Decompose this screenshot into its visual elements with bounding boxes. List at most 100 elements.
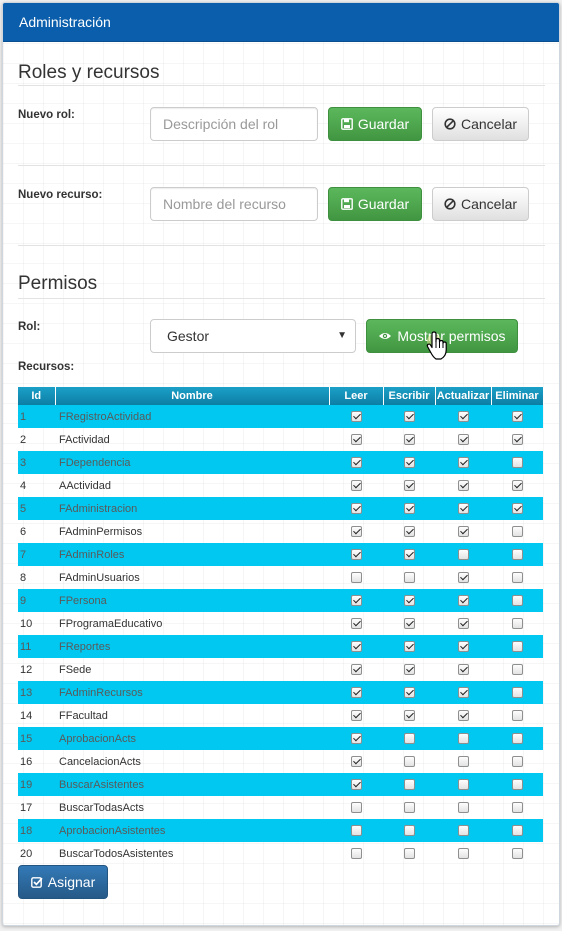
checkbox-escribir[interactable] <box>403 503 415 515</box>
assign-button[interactable]: Asignar <box>18 865 108 899</box>
checkbox-eliminar[interactable] <box>511 526 523 538</box>
checkbox-leer[interactable] <box>350 457 362 469</box>
divider <box>18 165 545 166</box>
cell-leer <box>329 520 383 543</box>
checkbox-leer[interactable] <box>350 825 362 837</box>
checkbox-leer[interactable] <box>350 733 362 745</box>
checkbox-escribir[interactable] <box>403 549 415 561</box>
checkbox-leer[interactable] <box>350 710 362 722</box>
table-row: 10 FProgramaEducativo <box>18 612 543 635</box>
checkbox-eliminar[interactable] <box>511 779 523 791</box>
checkbox-leer[interactable] <box>350 802 362 814</box>
checkbox-eliminar[interactable] <box>511 572 523 584</box>
cancel-resource-button[interactable]: Cancelar <box>432 187 529 221</box>
checkbox-actualizar[interactable] <box>457 572 469 584</box>
checkbox-actualizar[interactable] <box>457 825 469 837</box>
checkbox-eliminar[interactable] <box>511 411 523 423</box>
checkbox-eliminar[interactable] <box>511 802 523 814</box>
checkbox-eliminar[interactable] <box>511 618 523 630</box>
checkbox-eliminar[interactable] <box>511 595 523 607</box>
checkbox-escribir[interactable] <box>403 434 415 446</box>
checkbox-escribir[interactable] <box>403 618 415 630</box>
checkbox-leer[interactable] <box>350 756 362 768</box>
checkbox-escribir[interactable] <box>403 710 415 722</box>
checkbox-escribir[interactable] <box>403 572 415 584</box>
role-select[interactable]: Gestor ▼ <box>150 319 356 353</box>
checkbox-actualizar[interactable] <box>457 687 469 699</box>
checkbox-escribir[interactable] <box>403 848 415 860</box>
checkbox-leer[interactable] <box>350 572 362 584</box>
checkbox-leer[interactable] <box>350 848 362 860</box>
checkbox-escribir[interactable] <box>403 457 415 469</box>
checkbox-eliminar[interactable] <box>511 503 523 515</box>
checkbox-eliminar[interactable] <box>511 756 523 768</box>
checkbox-eliminar[interactable] <box>511 549 523 561</box>
checkbox-actualizar[interactable] <box>457 641 469 653</box>
cell-escribir <box>383 520 435 543</box>
checkbox-escribir[interactable] <box>403 595 415 607</box>
checkbox-actualizar[interactable] <box>457 618 469 630</box>
row-id: 20 <box>20 847 33 860</box>
row-id: 5 <box>18 497 55 520</box>
checkbox-eliminar[interactable] <box>511 733 523 745</box>
checkbox-leer[interactable] <box>350 411 362 423</box>
checkbox-escribir[interactable] <box>403 641 415 653</box>
checkbox-leer[interactable] <box>350 618 362 630</box>
checkbox-leer[interactable] <box>350 687 362 699</box>
role-select-value: Gestor <box>167 328 210 344</box>
checkbox-actualizar[interactable] <box>457 779 469 791</box>
cell-eliminar <box>491 819 543 842</box>
checkbox-actualizar[interactable] <box>457 595 469 607</box>
checkbox-eliminar[interactable] <box>511 480 523 492</box>
checkbox-actualizar[interactable] <box>457 549 469 561</box>
checkbox-leer[interactable] <box>350 549 362 561</box>
cancel-role-button[interactable]: Cancelar <box>432 107 529 141</box>
checkbox-eliminar[interactable] <box>511 457 523 469</box>
checkbox-eliminar[interactable] <box>511 710 523 722</box>
checkbox-leer[interactable] <box>350 664 362 676</box>
checkbox-escribir[interactable] <box>403 756 415 768</box>
checkbox-leer[interactable] <box>350 641 362 653</box>
checkbox-eliminar[interactable] <box>511 848 523 860</box>
checkbox-escribir[interactable] <box>403 802 415 814</box>
check-square-icon <box>30 877 43 888</box>
checkbox-leer[interactable] <box>350 434 362 446</box>
checkbox-actualizar[interactable] <box>457 434 469 446</box>
permisos-section-title: Permisos <box>18 273 98 294</box>
checkbox-actualizar[interactable] <box>457 756 469 768</box>
checkbox-leer[interactable] <box>350 779 362 791</box>
checkbox-actualizar[interactable] <box>457 733 469 745</box>
new-role-input[interactable] <box>150 107 318 141</box>
checkbox-actualizar[interactable] <box>457 411 469 423</box>
checkbox-escribir[interactable] <box>403 664 415 676</box>
checkbox-actualizar[interactable] <box>457 802 469 814</box>
checkbox-actualizar[interactable] <box>457 503 469 515</box>
save-resource-button[interactable]: Guardar <box>328 187 422 221</box>
checkbox-actualizar[interactable] <box>457 848 469 860</box>
checkbox-actualizar[interactable] <box>457 664 469 676</box>
checkbox-escribir[interactable] <box>403 687 415 699</box>
checkbox-actualizar[interactable] <box>457 526 469 538</box>
checkbox-escribir[interactable] <box>403 480 415 492</box>
checkbox-eliminar[interactable] <box>511 687 523 699</box>
checkbox-eliminar[interactable] <box>511 434 523 446</box>
row-id: 7 <box>18 543 55 566</box>
checkbox-leer[interactable] <box>350 480 362 492</box>
checkbox-actualizar[interactable] <box>457 710 469 722</box>
checkbox-leer[interactable] <box>350 503 362 515</box>
save-role-button[interactable]: Guardar <box>328 107 422 141</box>
checkbox-leer[interactable] <box>350 595 362 607</box>
checkbox-leer[interactable] <box>350 526 362 538</box>
checkbox-escribir[interactable] <box>403 411 415 423</box>
checkbox-escribir[interactable] <box>403 733 415 745</box>
checkbox-escribir[interactable] <box>403 779 415 791</box>
checkbox-eliminar[interactable] <box>511 641 523 653</box>
checkbox-escribir[interactable] <box>403 825 415 837</box>
checkbox-eliminar[interactable] <box>511 664 523 676</box>
row-resource-name: FAdminPermisos <box>59 525 143 538</box>
new-resource-input[interactable] <box>150 187 318 221</box>
checkbox-eliminar[interactable] <box>511 825 523 837</box>
checkbox-actualizar[interactable] <box>457 457 469 469</box>
checkbox-actualizar[interactable] <box>457 480 469 492</box>
checkbox-escribir[interactable] <box>403 526 415 538</box>
